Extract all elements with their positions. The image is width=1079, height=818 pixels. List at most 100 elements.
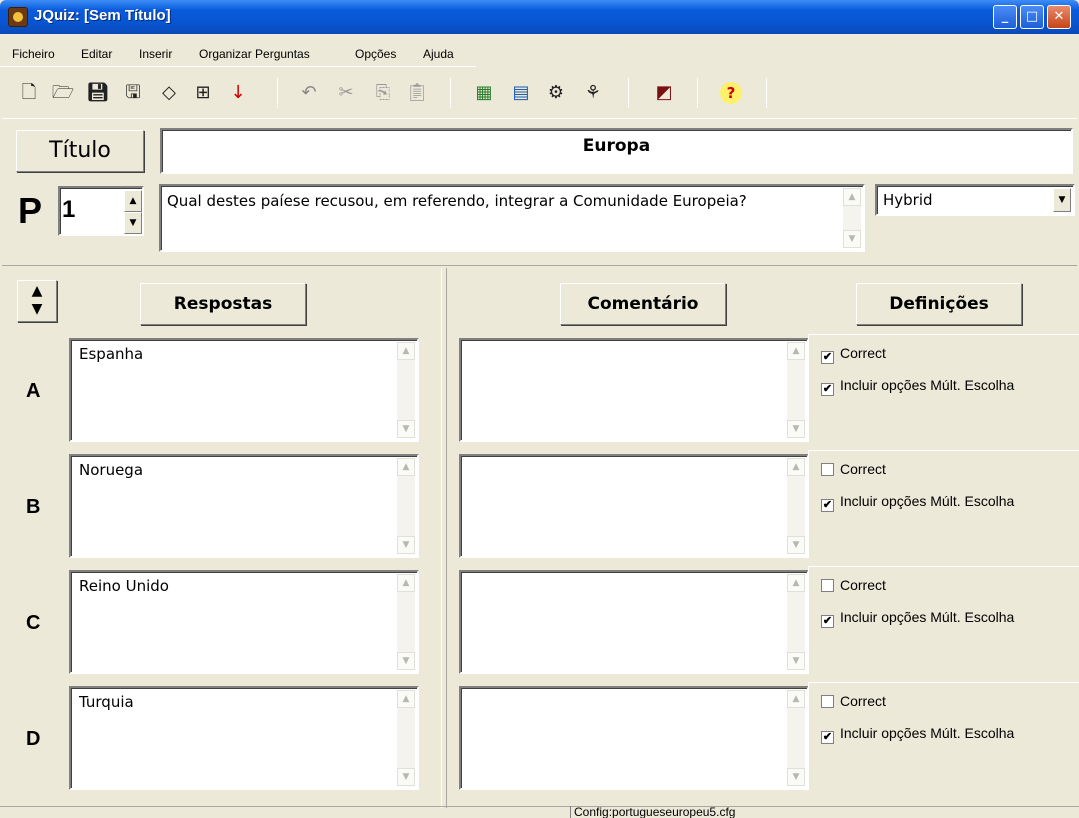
answer-text-field[interactable]: Noruega ▲ ▼ (69, 454, 419, 558)
answer-scrollbar[interactable]: ▲ ▼ (397, 690, 415, 786)
new-file-icon[interactable]: 🗋 (17, 80, 41, 106)
answer-text-field[interactable]: Espanha ▲ ▼ (69, 338, 419, 442)
include-mc-checkbox[interactable]: ✔ Incluir opções Múlt. Escolha (821, 609, 1014, 628)
toolbar-separator (450, 78, 451, 108)
image-icon[interactable]: ▦ (472, 80, 496, 106)
globe-icon[interactable]: ⚙ (544, 80, 568, 106)
correct-checkbox[interactable]: Correct (821, 461, 886, 477)
answers-button[interactable]: Respostas (140, 283, 306, 325)
maximize-icon[interactable]: □ (1020, 5, 1044, 29)
scroll-down-icon[interactable]: ▼ (397, 420, 415, 438)
open-folder-icon[interactable]: 🗁 (51, 80, 75, 106)
scroll-down-icon[interactable]: ▼ (397, 652, 415, 670)
feedback-scrollbar[interactable]: ▲ ▼ (787, 342, 805, 438)
correct-checkbox[interactable]: Correct (821, 693, 886, 709)
title-button[interactable]: Título (16, 130, 144, 172)
scroll-up-icon[interactable]: ▲ (787, 690, 805, 708)
checkbox-correct-box[interactable] (821, 463, 834, 476)
cut-icon[interactable]: ✂ (334, 80, 358, 106)
question-type-value: Hybrid (883, 191, 933, 209)
answer-text: Espanha (79, 345, 144, 363)
checkbox-include-box[interactable]: ✔ (821, 731, 834, 744)
answer-scrollbar[interactable]: ▲ ▼ (397, 342, 415, 438)
scroll-up-icon[interactable]: ▲ (397, 342, 415, 360)
scroll-up-icon[interactable]: ▲ (787, 574, 805, 592)
toolbar-separator (766, 78, 767, 108)
scroll-up-icon[interactable]: ▲ (787, 342, 805, 360)
include-mc-checkbox[interactable]: ✔ Incluir opções Múlt. Escolha (821, 725, 1014, 744)
feedback-text-field[interactable]: ▲ ▼ (459, 570, 809, 674)
pane-splitter[interactable] (441, 268, 447, 808)
feedback-scrollbar[interactable]: ▲ ▼ (787, 690, 805, 786)
scroll-up-icon[interactable]: ▲ (397, 690, 415, 708)
question-text-field[interactable]: Qual destes paíese recusou, em referendo… (159, 184, 865, 252)
export-icon[interactable]: ◩ (652, 80, 676, 106)
scroll-up-icon[interactable]: ▲ (397, 574, 415, 592)
quiz-title-field[interactable]: Europa (160, 128, 1073, 174)
feedback-text-field[interactable]: ▲ ▼ (459, 338, 809, 442)
scroll-down-icon[interactable]: ▼ (843, 230, 861, 248)
answer-scrollbar[interactable]: ▲ ▼ (397, 458, 415, 554)
spin-down-icon[interactable]: ▼ (124, 212, 142, 234)
feedback-button[interactable]: Comentário (560, 283, 726, 325)
answer-scrollbar[interactable]: ▲ ▼ (397, 574, 415, 670)
down-arrow-icon[interactable]: ↓ (226, 80, 250, 106)
paste-icon[interactable]: 📋︎ (405, 80, 429, 106)
menu-ficheiro[interactable]: Ficheiro (12, 47, 55, 61)
web-export-icon[interactable]: ⊞ (191, 80, 215, 106)
copy-icon[interactable]: ⎘ (371, 80, 395, 106)
include-label: Incluir opções Múlt. Escolha (840, 725, 1015, 741)
correct-checkbox[interactable]: ✔ Correct (821, 345, 886, 364)
menu-organizar-perguntas[interactable]: Organizar Perguntas (199, 47, 310, 61)
toolbar-separator (697, 78, 698, 108)
save-icon[interactable]: 💾︎ (86, 80, 110, 106)
include-mc-checkbox[interactable]: ✔ Incluir opções Múlt. Escolha (821, 377, 1014, 396)
minimize-icon[interactable]: _ (993, 5, 1017, 29)
include-mc-checkbox[interactable]: ✔ Incluir opções Múlt. Escolha (821, 493, 1014, 512)
checkbox-correct-box[interactable]: ✔ (821, 351, 834, 364)
help-icon[interactable]: ? (720, 82, 742, 104)
title-bar[interactable]: JQuiz: [Sem Título] _ □ ✕ (0, 0, 1079, 34)
web-icon[interactable]: ⚘ (581, 80, 605, 106)
scroll-down-icon[interactable]: ▼ (787, 536, 805, 554)
feedback-text-field[interactable]: ▲ ▼ (459, 686, 809, 790)
feedback-scrollbar[interactable]: ▲ ▼ (787, 458, 805, 554)
checkbox-correct-box[interactable] (821, 579, 834, 592)
correct-checkbox[interactable]: Correct (821, 577, 886, 593)
reorder-button[interactable]: ▲ ▼ (17, 280, 57, 322)
scroll-down-icon[interactable]: ▼ (787, 768, 805, 786)
feedback-text-field[interactable]: ▲ ▼ (459, 454, 809, 558)
question-scrollbar[interactable]: ▲ ▼ (843, 188, 861, 248)
scroll-down-icon[interactable]: ▼ (787, 420, 805, 438)
picture-icon[interactable]: ▤ (509, 80, 533, 106)
menu-inserir[interactable]: Inserir (139, 47, 172, 61)
scroll-down-icon[interactable]: ▼ (397, 536, 415, 554)
spin-up-icon[interactable]: ▲ (124, 190, 142, 212)
scroll-down-icon[interactable]: ▼ (397, 768, 415, 786)
scroll-up-icon[interactable]: ▲ (397, 458, 415, 476)
scroll-down-icon[interactable]: ▼ (787, 652, 805, 670)
close-icon[interactable]: ✕ (1047, 5, 1071, 29)
menu-ajuda[interactable]: Ajuda (423, 47, 454, 61)
answer-text: Turquia (79, 693, 134, 711)
feedback-scrollbar[interactable]: ▲ ▼ (787, 574, 805, 670)
scroll-up-icon[interactable]: ▲ (843, 188, 861, 206)
question-type-select[interactable]: Hybrid ▼ (875, 184, 1075, 216)
checkbox-include-box[interactable]: ✔ (821, 499, 834, 512)
correct-label: Correct (840, 693, 886, 709)
scroll-up-icon[interactable]: ▲ (787, 458, 805, 476)
undo-icon[interactable]: ↶ (297, 80, 321, 106)
answer-settings: Correct ✔ Incluir opções Múlt. Escolha (808, 566, 1079, 674)
answer-text-field[interactable]: Reino Unido ▲ ▼ (69, 570, 419, 674)
eraser-icon[interactable]: ◇ (157, 80, 181, 106)
menu-opcoes[interactable]: Opções (355, 47, 396, 61)
answer-text-field[interactable]: Turquia ▲ ▼ (69, 686, 419, 790)
save-as-icon[interactable]: 🖫 (121, 80, 145, 106)
checkbox-include-box[interactable]: ✔ (821, 383, 834, 396)
checkbox-include-box[interactable]: ✔ (821, 615, 834, 628)
checkbox-correct-box[interactable] (821, 695, 834, 708)
chevron-down-icon[interactable]: ▼ (1053, 188, 1071, 212)
settings-button[interactable]: Definições (856, 283, 1022, 325)
answer-text: Noruega (79, 461, 144, 479)
menu-editar[interactable]: Editar (81, 47, 112, 61)
